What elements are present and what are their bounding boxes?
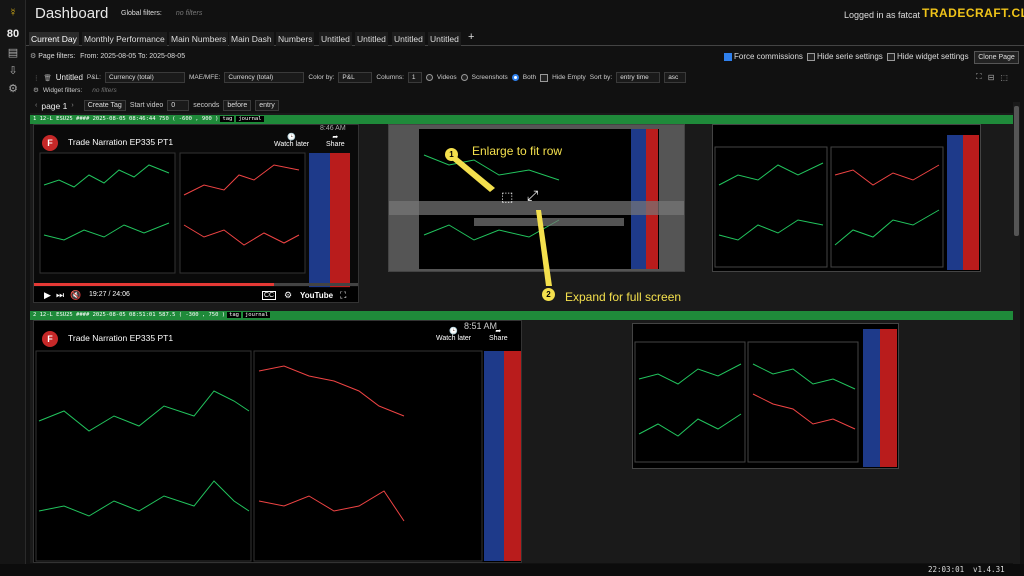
annotation-arrows [452, 156, 552, 286]
arrow-1 [452, 156, 495, 192]
version: v1.4.31 [973, 565, 1005, 574]
scrollbar-thumb[interactable] [1014, 106, 1019, 236]
clock: 22:03:01 [928, 565, 965, 574]
status-bar: 22:03:01 v1.4.31 [0, 564, 1024, 576]
arrow-2 [536, 210, 552, 286]
